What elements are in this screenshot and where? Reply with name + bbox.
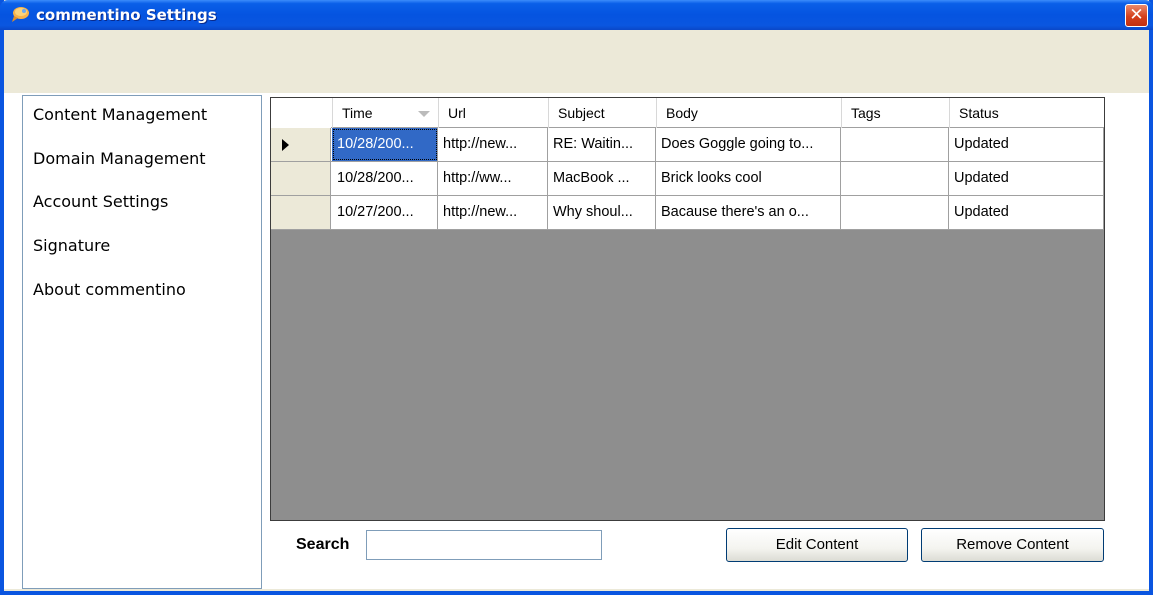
window-bottom-edge <box>4 589 1149 591</box>
column-header-status[interactable]: Status <box>949 98 1104 128</box>
row-header[interactable] <box>271 196 331 229</box>
grid-corner-cell[interactable] <box>271 98 331 128</box>
cell-body[interactable]: Does Goggle going to... <box>656 128 841 161</box>
cell-status[interactable]: Updated <box>949 162 1104 195</box>
cell-subject[interactable]: MacBook ... <box>548 162 656 195</box>
table-row[interactable]: 10/28/200... http://new... RE: Waitin...… <box>271 128 1104 162</box>
row-header[interactable] <box>271 162 331 195</box>
cell-time[interactable]: 10/28/200... <box>332 128 438 161</box>
window-title: commentino Settings <box>36 6 217 24</box>
cell-tags[interactable] <box>841 162 949 195</box>
current-row-icon <box>282 139 289 151</box>
cell-status[interactable]: Updated <box>949 128 1104 161</box>
column-header-body[interactable]: Body <box>656 98 841 128</box>
row-header[interactable] <box>271 128 331 161</box>
settings-window: commentino Settings ✕ Content Management… <box>0 0 1153 595</box>
client-area: Content Management Domain Management Acc… <box>4 93 1149 591</box>
column-header-label: Time <box>342 105 373 121</box>
grid-header: Time Url Subject Body Tags Status <box>271 98 1104 128</box>
cell-body[interactable]: Brick looks cool <box>656 162 841 195</box>
sort-descending-icon <box>418 111 430 117</box>
nav-item-content-management[interactable]: Content Management <box>33 105 207 131</box>
table-row[interactable]: 10/27/200... http://new... Why shoul... … <box>271 196 1104 230</box>
cell-body[interactable]: Bacause there's an o... <box>656 196 841 229</box>
cell-time[interactable]: 10/27/200... <box>332 196 438 229</box>
close-button[interactable]: ✕ <box>1125 4 1148 27</box>
cell-tags[interactable] <box>841 128 949 161</box>
title-bar[interactable]: commentino Settings ✕ <box>0 0 1153 30</box>
remove-content-button[interactable]: Remove Content <box>921 528 1104 562</box>
close-icon: ✕ <box>1129 5 1144 25</box>
column-header-time[interactable]: Time <box>332 98 438 128</box>
cell-url[interactable]: http://new... <box>438 128 548 161</box>
column-header-url[interactable]: Url <box>438 98 548 128</box>
column-header-tags[interactable]: Tags <box>841 98 949 128</box>
cell-time[interactable]: 10/28/200... <box>332 162 438 195</box>
toolbar-strip <box>4 30 1149 93</box>
content-grid[interactable]: Time Url Subject Body Tags Status 10/28/… <box>270 97 1105 521</box>
edit-content-button[interactable]: Edit Content <box>726 528 908 562</box>
cell-url[interactable]: http://new... <box>438 196 548 229</box>
cell-subject[interactable]: RE: Waitin... <box>548 128 656 161</box>
cell-tags[interactable] <box>841 196 949 229</box>
table-row[interactable]: 10/28/200... http://ww... MacBook ... Br… <box>271 162 1104 196</box>
cell-url[interactable]: http://ww... <box>438 162 548 195</box>
search-input[interactable] <box>366 530 602 560</box>
settings-nav-list: Content Management Domain Management Acc… <box>22 95 262 589</box>
column-header-subject[interactable]: Subject <box>548 98 656 128</box>
nav-item-account-settings[interactable]: Account Settings <box>33 192 168 218</box>
cell-status[interactable]: Updated <box>949 196 1104 229</box>
nav-item-signature[interactable]: Signature <box>33 236 110 262</box>
nav-item-domain-management[interactable]: Domain Management <box>33 149 206 175</box>
cell-subject[interactable]: Why shoul... <box>548 196 656 229</box>
nav-item-about[interactable]: About commentino <box>33 280 186 306</box>
search-label: Search <box>296 536 350 553</box>
app-logo-icon <box>12 7 29 22</box>
